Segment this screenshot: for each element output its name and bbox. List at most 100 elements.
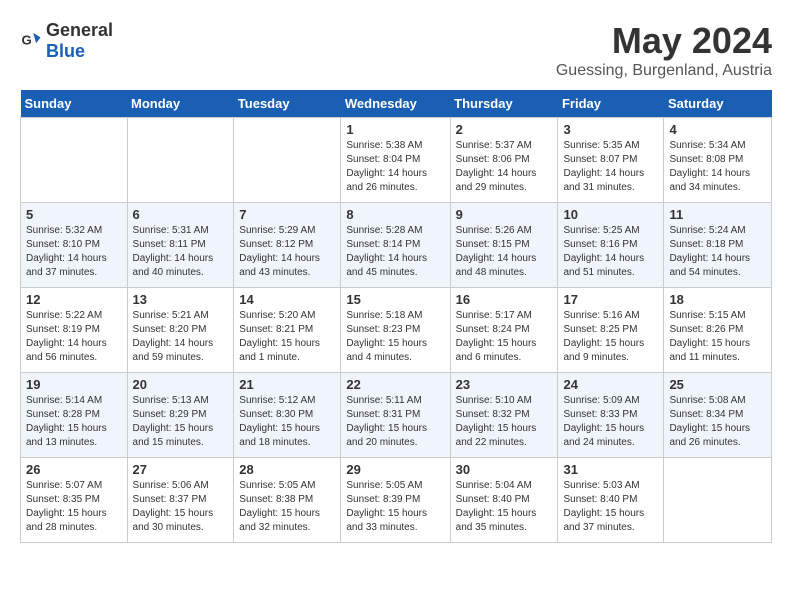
calendar-cell: 3Sunrise: 5:35 AM Sunset: 8:07 PM Daylig… xyxy=(558,118,664,203)
day-info: Sunrise: 5:31 AM Sunset: 8:11 PM Dayligh… xyxy=(133,224,229,280)
day-number: 10 xyxy=(563,207,658,222)
calendar-cell: 2Sunrise: 5:37 AM Sunset: 8:06 PM Daylig… xyxy=(450,118,558,203)
weekday-header-monday: Monday xyxy=(127,90,234,118)
calendar-cell: 4Sunrise: 5:34 AM Sunset: 8:08 PM Daylig… xyxy=(664,118,772,203)
day-info: Sunrise: 5:18 AM Sunset: 8:23 PM Dayligh… xyxy=(346,309,444,365)
day-number: 4 xyxy=(669,122,766,137)
weekday-header-thursday: Thursday xyxy=(450,90,558,118)
day-info: Sunrise: 5:04 AM Sunset: 8:40 PM Dayligh… xyxy=(456,479,553,535)
day-number: 24 xyxy=(563,377,658,392)
day-info: Sunrise: 5:16 AM Sunset: 8:25 PM Dayligh… xyxy=(563,309,658,365)
calendar-cell: 25 Sunrise: 5:08 AM Sunset: 8:34 PM Dayli… xyxy=(664,373,772,458)
calendar-cell: 14Sunrise: 5:20 AM Sunset: 8:21 PM Dayli… xyxy=(234,288,341,373)
calendar-cell: 5 Sunrise: 5:32 AM Sunset: 8:10 PM Daylig… xyxy=(21,203,128,288)
day-number: 5 xyxy=(26,207,122,222)
month-year-title: May 2024 xyxy=(556,20,772,62)
day-number: 15 xyxy=(346,292,444,307)
weekday-header-friday: Friday xyxy=(558,90,664,118)
calendar-cell: 24 Sunrise: 5:09 AM Sunset: 8:33 PM Dayli… xyxy=(558,373,664,458)
logo-blue: Blue xyxy=(46,41,85,61)
day-info: Sunrise: 5:25 AM Sunset: 8:16 PM Dayligh… xyxy=(563,224,658,280)
day-info: Sunrise: 5:07 AM Sunset: 8:35 PM Dayligh… xyxy=(26,479,122,535)
calendar-cell: 9 Sunrise: 5:26 AM Sunset: 8:15 PM Daylig… xyxy=(450,203,558,288)
day-number: 1 xyxy=(346,122,444,137)
calendar-cell: 15 Sunrise: 5:18 AM Sunset: 8:23 PM Dayli… xyxy=(341,288,450,373)
calendar-cell: 11Sunrise: 5:24 AM Sunset: 8:18 PM Dayli… xyxy=(664,203,772,288)
calendar-cell: 8 Sunrise: 5:28 AM Sunset: 8:14 PM Daylig… xyxy=(341,203,450,288)
calendar-cell xyxy=(21,118,128,203)
calendar-cell xyxy=(664,458,772,543)
day-info: Sunrise: 5:05 AM Sunset: 8:38 PM Dayligh… xyxy=(239,479,335,535)
day-number: 8 xyxy=(346,207,444,222)
day-info: Sunrise: 5:22 AM Sunset: 8:19 PM Dayligh… xyxy=(26,309,122,365)
logo-general: General xyxy=(46,20,113,40)
day-info: Sunrise: 5:26 AM Sunset: 8:15 PM Dayligh… xyxy=(456,224,553,280)
day-number: 18 xyxy=(669,292,766,307)
calendar-cell: 21Sunrise: 5:12 AM Sunset: 8:30 PM Dayli… xyxy=(234,373,341,458)
day-number: 17 xyxy=(563,292,658,307)
calendar-cell: 20 Sunrise: 5:13 AM Sunset: 8:29 PM Dayli… xyxy=(127,373,234,458)
day-info: Sunrise: 5:12 AM Sunset: 8:30 PM Dayligh… xyxy=(239,394,335,450)
weekday-header-wednesday: Wednesday xyxy=(341,90,450,118)
day-info: Sunrise: 5:13 AM Sunset: 8:29 PM Dayligh… xyxy=(133,394,229,450)
calendar-cell xyxy=(234,118,341,203)
logo: G General Blue xyxy=(20,20,113,62)
calendar-cell: 28 Sunrise: 5:05 AM Sunset: 8:38 PM Dayli… xyxy=(234,458,341,543)
day-number: 26 xyxy=(26,462,122,477)
day-number: 6 xyxy=(133,207,229,222)
day-number: 11 xyxy=(669,207,766,222)
day-info: Sunrise: 5:21 AM Sunset: 8:20 PM Dayligh… xyxy=(133,309,229,365)
day-number: 23 xyxy=(456,377,553,392)
day-number: 7 xyxy=(239,207,335,222)
logo-icon: G xyxy=(20,30,42,52)
day-info: Sunrise: 5:06 AM Sunset: 8:37 PM Dayligh… xyxy=(133,479,229,535)
weekday-header-sunday: Sunday xyxy=(21,90,128,118)
calendar-cell: 30 Sunrise: 5:04 AM Sunset: 8:40 PM Dayli… xyxy=(450,458,558,543)
day-info: Sunrise: 5:08 AM Sunset: 8:34 PM Dayligh… xyxy=(669,394,766,450)
day-number: 25 xyxy=(669,377,766,392)
calendar-cell: 10 Sunrise: 5:25 AM Sunset: 8:16 PM Dayli… xyxy=(558,203,664,288)
calendar-week-row: 26 Sunrise: 5:07 AM Sunset: 8:35 PM Dayli… xyxy=(21,458,772,543)
calendar-cell: 22 Sunrise: 5:11 AM Sunset: 8:31 PM Dayli… xyxy=(341,373,450,458)
calendar-week-row: 5 Sunrise: 5:32 AM Sunset: 8:10 PM Daylig… xyxy=(21,203,772,288)
svg-text:G: G xyxy=(21,33,31,48)
day-number: 31 xyxy=(563,462,658,477)
day-number: 14 xyxy=(239,292,335,307)
calendar-cell: 7 Sunrise: 5:29 AM Sunset: 8:12 PM Daylig… xyxy=(234,203,341,288)
calendar-cell: 13 Sunrise: 5:21 AM Sunset: 8:20 PM Dayli… xyxy=(127,288,234,373)
day-number: 30 xyxy=(456,462,553,477)
day-info: Sunrise: 5:32 AM Sunset: 8:10 PM Dayligh… xyxy=(26,224,122,280)
day-info: Sunrise: 5:09 AM Sunset: 8:33 PM Dayligh… xyxy=(563,394,658,450)
day-info: Sunrise: 5:35 AM Sunset: 8:07 PM Dayligh… xyxy=(563,139,658,195)
calendar-cell: 17 Sunrise: 5:16 AM Sunset: 8:25 PM Dayli… xyxy=(558,288,664,373)
day-info: Sunrise: 5:15 AM Sunset: 8:26 PM Dayligh… xyxy=(669,309,766,365)
calendar-week-row: 12 Sunrise: 5:22 AM Sunset: 8:19 PM Dayli… xyxy=(21,288,772,373)
day-number: 2 xyxy=(456,122,553,137)
calendar-cell: 6 Sunrise: 5:31 AM Sunset: 8:11 PM Daylig… xyxy=(127,203,234,288)
day-info: Sunrise: 5:29 AM Sunset: 8:12 PM Dayligh… xyxy=(239,224,335,280)
day-number: 9 xyxy=(456,207,553,222)
title-block: May 2024 Guessing, Burgenland, Austria xyxy=(556,20,772,80)
calendar-week-row: 1 Sunrise: 5:38 AM Sunset: 8:04 PM Daylig… xyxy=(21,118,772,203)
day-info: Sunrise: 5:11 AM Sunset: 8:31 PM Dayligh… xyxy=(346,394,444,450)
calendar-week-row: 19Sunrise: 5:14 AM Sunset: 8:28 PM Dayli… xyxy=(21,373,772,458)
day-info: Sunrise: 5:05 AM Sunset: 8:39 PM Dayligh… xyxy=(346,479,444,535)
day-number: 13 xyxy=(133,292,229,307)
day-info: Sunrise: 5:28 AM Sunset: 8:14 PM Dayligh… xyxy=(346,224,444,280)
calendar-cell: 1 Sunrise: 5:38 AM Sunset: 8:04 PM Daylig… xyxy=(341,118,450,203)
day-number: 20 xyxy=(133,377,229,392)
calendar-cell: 27Sunrise: 5:06 AM Sunset: 8:37 PM Dayli… xyxy=(127,458,234,543)
day-info: Sunrise: 5:38 AM Sunset: 8:04 PM Dayligh… xyxy=(346,139,444,195)
day-number: 28 xyxy=(239,462,335,477)
weekday-header-row: SundayMondayTuesdayWednesdayThursdayFrid… xyxy=(21,90,772,118)
calendar-cell xyxy=(127,118,234,203)
weekday-header-saturday: Saturday xyxy=(664,90,772,118)
calendar-table: SundayMondayTuesdayWednesdayThursdayFrid… xyxy=(20,90,772,543)
calendar-cell: 23Sunrise: 5:10 AM Sunset: 8:32 PM Dayli… xyxy=(450,373,558,458)
calendar-cell: 29Sunrise: 5:05 AM Sunset: 8:39 PM Dayli… xyxy=(341,458,450,543)
page-header: G General Blue May 2024 Guessing, Burgen… xyxy=(20,20,772,80)
calendar-cell: 26 Sunrise: 5:07 AM Sunset: 8:35 PM Dayli… xyxy=(21,458,128,543)
calendar-cell: 16Sunrise: 5:17 AM Sunset: 8:24 PM Dayli… xyxy=(450,288,558,373)
day-number: 12 xyxy=(26,292,122,307)
day-number: 22 xyxy=(346,377,444,392)
